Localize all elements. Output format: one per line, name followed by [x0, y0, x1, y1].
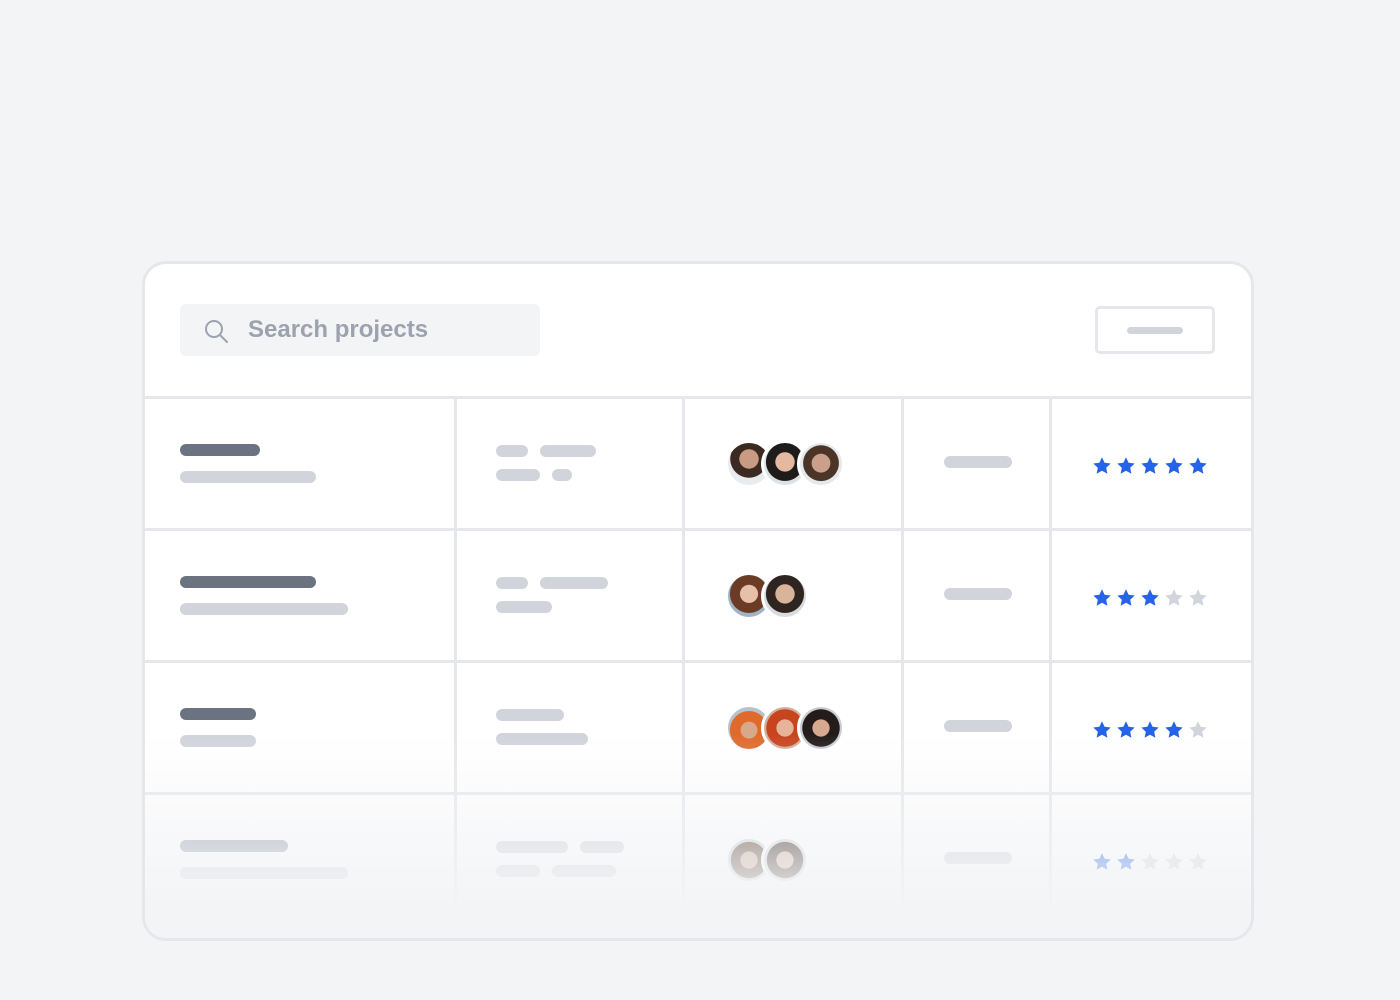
column-divider	[901, 399, 904, 528]
column-divider	[1049, 795, 1052, 924]
action-button[interactable]	[1095, 306, 1215, 354]
column-divider	[454, 663, 457, 792]
star-filled-icon[interactable]	[1116, 456, 1136, 476]
star-filled-icon[interactable]	[1140, 588, 1160, 608]
status-skeleton	[944, 852, 1012, 864]
star-empty-icon[interactable]	[1188, 720, 1208, 740]
column-divider	[454, 399, 457, 528]
star-filled-icon[interactable]	[1092, 456, 1112, 476]
column-divider	[901, 663, 904, 792]
meta-skeleton	[552, 865, 616, 877]
star-filled-icon[interactable]	[1164, 456, 1184, 476]
project-subtitle-skeleton	[180, 867, 348, 879]
star-empty-icon[interactable]	[1140, 852, 1160, 872]
column-divider	[454, 795, 457, 924]
project-title-skeleton	[180, 444, 260, 456]
column-divider	[682, 531, 685, 660]
rating-stars[interactable]	[1092, 588, 1208, 608]
star-filled-icon[interactable]	[1116, 588, 1136, 608]
meta-skeleton	[496, 733, 588, 745]
meta-skeleton	[580, 841, 624, 853]
star-filled-icon[interactable]	[1140, 456, 1160, 476]
project-subtitle-skeleton	[180, 471, 316, 483]
star-filled-icon[interactable]	[1188, 456, 1208, 476]
avatar[interactable]	[761, 572, 809, 620]
action-button-label-skeleton	[1127, 327, 1183, 334]
table-row[interactable]	[145, 663, 1251, 795]
column-divider	[682, 663, 685, 792]
star-filled-icon[interactable]	[1116, 852, 1136, 872]
column-divider	[682, 795, 685, 924]
column-divider	[901, 531, 904, 660]
star-empty-icon[interactable]	[1188, 852, 1208, 872]
star-filled-icon[interactable]	[1140, 720, 1160, 740]
column-divider	[454, 531, 457, 660]
column-divider	[1049, 531, 1052, 660]
meta-skeleton	[496, 445, 528, 457]
column-divider	[682, 399, 685, 528]
star-empty-icon[interactable]	[1164, 852, 1184, 872]
meta-skeleton	[540, 445, 596, 457]
meta-skeleton	[540, 577, 608, 589]
meta-skeleton	[496, 577, 528, 589]
star-empty-icon[interactable]	[1188, 588, 1208, 608]
rating-stars[interactable]	[1092, 720, 1208, 740]
table-row[interactable]	[145, 399, 1251, 531]
rating-stars[interactable]	[1092, 852, 1208, 872]
star-filled-icon[interactable]	[1092, 588, 1112, 608]
meta-skeleton	[496, 865, 540, 877]
meta-skeleton	[496, 709, 564, 721]
toolbar: Search projects	[145, 264, 1251, 399]
table-row[interactable]	[145, 531, 1251, 663]
table-row[interactable]	[145, 795, 1251, 927]
column-divider	[1049, 399, 1052, 528]
project-subtitle-skeleton	[180, 603, 348, 615]
column-divider	[1049, 663, 1052, 792]
project-subtitle-skeleton	[180, 735, 256, 747]
avatar[interactable]	[761, 836, 809, 884]
meta-skeleton	[496, 469, 540, 481]
star-empty-icon[interactable]	[1164, 588, 1184, 608]
status-skeleton	[944, 588, 1012, 600]
project-title-skeleton	[180, 840, 288, 852]
search-input[interactable]: Search projects	[180, 304, 540, 356]
star-filled-icon[interactable]	[1164, 720, 1184, 740]
status-skeleton	[944, 456, 1012, 468]
search-icon	[205, 320, 228, 343]
project-title-skeleton	[180, 576, 316, 588]
star-filled-icon[interactable]	[1092, 852, 1112, 872]
star-filled-icon[interactable]	[1116, 720, 1136, 740]
meta-skeleton	[496, 601, 552, 613]
search-placeholder: Search projects	[248, 316, 429, 343]
rating-stars[interactable]	[1092, 456, 1208, 476]
avatar[interactable]	[797, 440, 845, 488]
avatar[interactable]	[797, 704, 845, 752]
projects-card: Search projects	[142, 261, 1254, 941]
project-title-skeleton	[180, 708, 256, 720]
column-divider	[901, 795, 904, 924]
status-skeleton	[944, 720, 1012, 732]
meta-skeleton	[496, 841, 568, 853]
star-filled-icon[interactable]	[1092, 720, 1112, 740]
meta-skeleton	[552, 469, 572, 481]
